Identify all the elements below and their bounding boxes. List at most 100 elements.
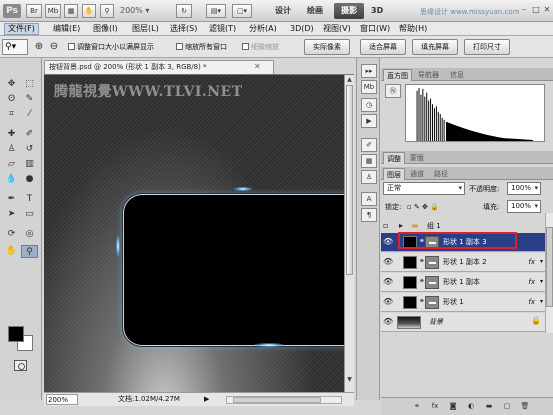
horizontal-scrollbar[interactable]	[226, 396, 342, 404]
zoom-out-icon[interactable]: ⊖	[47, 40, 61, 54]
3d-rotate-icon[interactable]: ⟳	[3, 228, 20, 241]
workspace-painting[interactable]: 绘画	[300, 3, 330, 19]
scroll-down-icon[interactable]: ▼	[345, 375, 354, 384]
quick-selection-icon[interactable]: ✎	[21, 93, 38, 106]
layer-row[interactable]: 👁 ⚭ 形状 1 副本 fx ▾	[381, 273, 545, 292]
workspace-3d[interactable]: 3D	[368, 3, 386, 19]
zoom-in-icon[interactable]: ⊕	[32, 40, 46, 54]
tool-preset-picker[interactable]: ⚲▾	[2, 39, 28, 55]
menu-3d[interactable]: 3D(D)	[287, 23, 317, 35]
tab-paths[interactable]: 路径	[431, 168, 451, 180]
collapse-panels-icon[interactable]: ▸▸	[361, 64, 377, 78]
zoom-level[interactable]: 200% ▾	[120, 4, 174, 18]
healing-brush-icon[interactable]: ✚	[3, 128, 20, 141]
menu-filter[interactable]: 滤镜(T)	[206, 23, 239, 35]
mini-bridge-icon[interactable]: Mb	[361, 80, 377, 94]
status-zoom-field[interactable]: 200%	[46, 394, 78, 405]
arrange-documents-button[interactable]: ▤▾	[206, 4, 226, 18]
canvas[interactable]: 腾龍視覺WWW.TLVI.NET	[44, 75, 354, 392]
eyedropper-icon[interactable]: ⁄	[21, 108, 38, 121]
workspace-design[interactable]: 设计	[268, 3, 298, 19]
histogram-refresh-icon[interactable]: Ⓝ	[385, 84, 401, 98]
print-size-button[interactable]: 打印尺寸	[464, 39, 510, 55]
eye-icon[interactable]: 👁	[383, 257, 393, 267]
type-tool-icon[interactable]: T	[21, 193, 38, 206]
crop-tool-icon[interactable]: ⌗	[3, 108, 20, 121]
menu-select[interactable]: 选择(S)	[167, 23, 200, 35]
document-tab[interactable]: 按钮背景.psd @ 200% (形状 1 副本 3, RGB/8) *	[44, 60, 274, 74]
actions-icon[interactable]: ▶	[361, 114, 377, 128]
move-tool-icon[interactable]: ✥	[3, 78, 20, 91]
layer-row[interactable]: 👁 ⚭ 形状 1 fx ▾	[381, 293, 545, 312]
character-icon[interactable]: A	[361, 192, 377, 206]
menu-analysis[interactable]: 分析(A)	[246, 23, 280, 35]
brush-presets-icon[interactable]: ▦	[361, 154, 377, 168]
fill-field[interactable]: 100%	[507, 200, 541, 213]
eye-icon[interactable]: 👁	[383, 237, 393, 247]
shape-tool-icon[interactable]: ▭	[21, 208, 38, 221]
foreground-color-swatch[interactable]	[8, 326, 24, 342]
marquee-tool-icon[interactable]: ⬚	[21, 78, 38, 91]
layers-scrollbar[interactable]	[545, 213, 553, 333]
close-icon[interactable]: ✕	[541, 4, 553, 16]
menu-file[interactable]: 文件(F)	[4, 23, 39, 35]
quick-mask-icon[interactable]	[14, 360, 27, 371]
link-layers-icon[interactable]: ⚭	[411, 401, 423, 412]
lock-icons[interactable]: ▫ ✎ ✥ 🔒	[407, 201, 439, 213]
zoom-tool-icon[interactable]: ⚲	[21, 245, 38, 258]
dodge-tool-icon[interactable]: ●	[21, 173, 38, 186]
background-layer-row[interactable]: 👁 背景 🔒	[381, 313, 545, 332]
status-menu-icon[interactable]: ▶	[204, 393, 209, 406]
eraser-tool-icon[interactable]: ▱	[3, 158, 20, 171]
group-expand-icon[interactable]: ▸	[399, 221, 409, 231]
menu-image[interactable]: 图像(I)	[90, 23, 121, 35]
add-style-icon[interactable]: fx	[429, 401, 441, 412]
workspace-photography[interactable]: 摄影	[334, 3, 364, 19]
brush-tool-icon[interactable]: ✐	[21, 128, 38, 141]
menu-edit[interactable]: 编辑(E)	[50, 23, 83, 35]
tab-masks[interactable]: 蒙版	[407, 152, 427, 164]
hand-tool-button[interactable]: ✋	[82, 4, 96, 18]
fit-screen-button[interactable]: 适合屏幕	[360, 39, 406, 55]
tab-adjustments[interactable]: 调整	[383, 152, 405, 164]
menu-view[interactable]: 视图(V)	[320, 23, 354, 35]
fx-icon[interactable]: fx	[528, 276, 535, 288]
new-layer-icon[interactable]: ▢	[501, 401, 513, 412]
gradient-tool-icon[interactable]: ▥	[21, 158, 38, 171]
menu-layer[interactable]: 图层(L)	[129, 23, 162, 35]
clone-source-icon[interactable]: ♙	[361, 170, 377, 184]
fx-icon[interactable]: fx	[528, 256, 535, 268]
tab-histogram[interactable]: 直方图	[383, 69, 412, 81]
rotate-view-button[interactable]: ↻	[176, 4, 192, 18]
opacity-field[interactable]: 100%	[507, 182, 541, 195]
blur-tool-icon[interactable]: 💧	[3, 173, 20, 186]
paragraph-icon[interactable]: ¶	[361, 208, 377, 222]
scrubby-zoom-checkbox[interactable]: 细微缩放	[242, 42, 279, 52]
new-group-icon[interactable]: ▬	[483, 401, 495, 412]
layer-row[interactable]: 👁 ⚭ 形状 1 副本 2 fx ▾	[381, 253, 545, 272]
3d-camera-icon[interactable]: ◎	[21, 228, 38, 241]
lasso-tool-icon[interactable]: ʘ	[3, 93, 20, 106]
hscroll-thumb[interactable]	[233, 397, 321, 403]
group-visibility-box[interactable]: ▫	[383, 221, 393, 231]
fx-expand-icon[interactable]: ▾	[540, 296, 543, 308]
clone-stamp-icon[interactable]: ♙	[3, 143, 20, 156]
brush-panel-icon[interactable]: ✐	[361, 138, 377, 152]
path-selection-icon[interactable]: ➤	[3, 208, 20, 221]
history-icon[interactable]: ◷	[361, 98, 377, 112]
menu-help[interactable]: 帮助(H)	[396, 23, 430, 35]
trash-icon[interactable]: 🗑	[519, 401, 531, 412]
layers-scroll-thumb[interactable]	[546, 227, 553, 307]
scroll-up-icon[interactable]: ▲	[345, 75, 354, 84]
eye-icon[interactable]: 👁	[383, 297, 393, 307]
scroll-thumb[interactable]	[346, 85, 353, 275]
zoom-all-windows-checkbox[interactable]: 缩放所有窗口	[176, 42, 227, 52]
fx-icon[interactable]: fx	[528, 296, 535, 308]
bridge-button[interactable]: Br	[26, 4, 42, 18]
layer-row-selected[interactable]: 👁 ⚭ 形状 1 副本 3	[381, 233, 545, 252]
eye-icon[interactable]: 👁	[383, 277, 393, 287]
minimize-icon[interactable]: –	[518, 4, 530, 16]
add-mask-icon[interactable]: ◙	[447, 401, 459, 412]
menu-window[interactable]: 窗口(W)	[357, 23, 393, 35]
pen-tool-icon[interactable]: ✒	[3, 193, 20, 206]
